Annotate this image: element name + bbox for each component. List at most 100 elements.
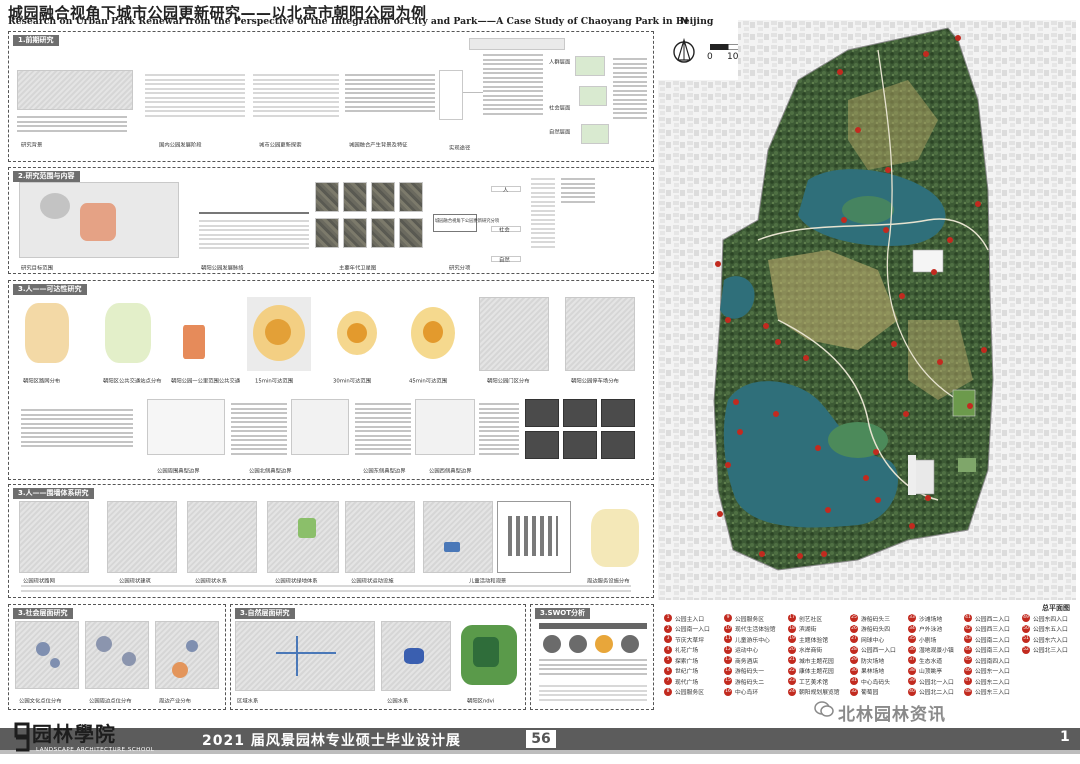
section-tag: 3.人——可达性研究 (13, 284, 87, 295)
legend-item: 20 水岸商街 (788, 645, 823, 655)
school-logo-cn: 园林學院 (32, 722, 116, 746)
legend-item: 8 公园服务区 (664, 687, 710, 698)
page-number: 1 (1060, 729, 1070, 745)
legend-title: 总平面图 (1042, 604, 1070, 612)
iso-diagram-1 (575, 56, 605, 76)
transit-stops-map (99, 297, 159, 367)
legend-item: 51 公园东六入口 (1022, 635, 1068, 644)
background-text (17, 116, 127, 134)
section-tag: 2.研究范围与内容 (13, 171, 80, 182)
legend-column: 49 公园东四入口 50 公园东五入口 51 公园东六入口 52 公园北三入口 (1022, 613, 1068, 655)
caption-ndvi: 朝阳区ndvi (467, 698, 495, 705)
legend-item: 27 网球中心 (850, 635, 885, 644)
tree-mid-people: 人 (503, 187, 509, 194)
one-km-transit-map (175, 319, 229, 367)
scope-map (19, 182, 179, 258)
legend-item: 49 公园东四入口 (1022, 614, 1068, 623)
caption-domestic-stages: 国内公园发展阶段 (159, 142, 202, 149)
section-tag: 3.SWOT分析 (535, 608, 591, 619)
legend-item: 25 游船码头三 (850, 614, 890, 623)
section-natural: 3.自然层面研究 区域水系 公园水系 朝阳区ndvi (230, 604, 526, 710)
legend-column: 41 公园西二入口 42 公园西三入口 43 公园南二入口 44 公园南三入口 45 公园… (964, 613, 1010, 697)
legend-item: 38 山顶眺亭 (908, 666, 943, 676)
legend-item: 18 滨湖街 (788, 624, 817, 634)
caption-integration-background: 城园融合产生背景及特征 (349, 142, 408, 149)
boundary-typical (147, 399, 225, 455)
legend-item: 43 公园南二入口 (964, 635, 1010, 644)
tree-root (439, 70, 463, 120)
caption-boundary-east: 公园东侧典型边界 (363, 468, 406, 475)
caption-park-water: 公园水系 (387, 698, 409, 705)
caption-45min: 45min可达范围 (409, 378, 448, 385)
legend-item: 46 公园东一入口 (964, 666, 1010, 676)
caption-development-history: 朝阳公园发展脉络 (201, 265, 244, 272)
legend-item: 21 城市主题花园 (788, 656, 834, 665)
legend-item: 11 儿童游乐中心 (724, 635, 770, 644)
section-swot: 3.SWOT分析 (530, 604, 654, 710)
legend-column: 1 公园主入口 2 公园南一入口 3 节庆大草坪 4 礼花广场 5 探索广场 6 世纪广场 … (664, 613, 710, 697)
legend-item: 2 公园南一入口 (664, 624, 710, 635)
caption-parking: 朝阳公园停车场分布 (571, 378, 619, 385)
legend-item: 52 公园北三入口 (1022, 645, 1068, 655)
legend-item: 3 节庆大草坪 (664, 634, 710, 645)
caption-regional-water: 区域水系 (237, 698, 259, 705)
legend-column: 9 公园服务区 10 现代生活体验馆 11 儿童游乐中心 12 运动中心 13 商务酒店 … (724, 613, 776, 697)
background-diagram (17, 70, 133, 110)
legend-item: 29 防灾场地 (850, 656, 885, 665)
tree-header (469, 38, 565, 50)
legend-item: 32 葡萄园 (850, 687, 879, 697)
tree-items (483, 54, 543, 117)
poster-title-en: Research on Urban Park Renewal from the … (8, 16, 714, 27)
caption-road-network: 朝阳区路网分布 (23, 378, 61, 385)
legend-item: 26 游船码头四 (850, 624, 890, 634)
legend-item: 30 果林场地 (850, 666, 885, 676)
legend-column: 33 沙滩场地 34 户外泳池 35 小剧场 36 湿地观景小镇 37 生态水道 38 山顶… (908, 613, 954, 697)
section-tag: 1.前期研究 (13, 35, 59, 46)
timeline-axis (199, 212, 309, 214)
section-accessibility: 3.人——可达性研究 朝阳区路网分布 朝阳区公共交通站点分布 朝阳公园一公里范围… (8, 280, 654, 480)
timeline-text (199, 220, 309, 252)
legend-item: 24 朝阳规划展览馆 (788, 687, 840, 697)
caption-current-roads: 公园现状路网 (23, 578, 55, 585)
caption-current-sports: 公园现状运动设施 (351, 578, 394, 585)
stages-diagram (145, 74, 245, 119)
tree-leaf-list (531, 178, 555, 250)
legend-item: 47 公园东二入口 (964, 677, 1010, 686)
legend-item: 40 公园北二入口 (908, 687, 954, 697)
legend-item: 34 户外泳池 (908, 624, 943, 634)
section-social: 3.社会层面研究 公园文化点位分布 公园周边点位分布 周边产业分布 (8, 604, 226, 710)
caption-one-km: 朝阳公园一公里范围公共交通 (171, 378, 241, 385)
legend-item: 7 现代广场 (664, 676, 710, 687)
caption-boundary-north: 公园北侧典型边界 (249, 468, 292, 475)
caption-gates: 朝阳公园门区分布 (487, 378, 530, 385)
legend-column: 17 创艺社区 18 滨湖街 19 主题体验馆 20 水岸商街 21 城市主题花园 22 康… (788, 613, 840, 697)
legend-item: 50 公园东五入口 (1022, 624, 1068, 634)
section-tag: 3.人——围墙体系研究 (13, 488, 94, 499)
iso-diagram-2 (579, 86, 607, 106)
section-scope-content: 2.研究范围与内容 研究目标范围 朝阳公园发展脉络 主要年代卫星图 城园融合视角… (8, 167, 654, 274)
legend-item: 41 公园西二入口 (964, 614, 1010, 623)
legend-item: 17 创艺社区 (788, 614, 823, 623)
tree-node-nature: 自然层面 (549, 129, 571, 136)
tree-node-people: 人群层面 (549, 59, 571, 66)
caption-scope-map: 研究目标范围 (21, 265, 53, 272)
legend-item: 4 礼花广场 (664, 645, 710, 656)
caption-15min: 15min可达范围 (255, 378, 294, 385)
accessibility-text (21, 409, 133, 450)
iso-diagram-3 (581, 124, 609, 144)
legend-item: 36 湿地观景小镇 (908, 645, 954, 655)
legend-item: 9 公园服务区 (724, 613, 776, 624)
legend-item: 22 康体主题花园 (788, 666, 834, 676)
tree-notes (561, 178, 595, 205)
renewal-diagram (253, 74, 339, 119)
legend-item: 10 现代生活体验馆 (724, 624, 776, 634)
tree-node-society: 社会层面 (549, 105, 571, 112)
legend-item: 31 中心岛码头 (850, 677, 890, 686)
iso-text (613, 58, 647, 121)
tree-mid-nature: 自然 (499, 257, 510, 264)
master-plan-map (658, 20, 1076, 600)
legend-item: 45 公园南四入口 (964, 656, 1010, 665)
footer: 园林學院 LANDSCAPE ARCHITECTURE SCHOOL 2021 … (0, 720, 1080, 764)
boundary-north (291, 399, 349, 455)
legend-item: 14 游船码头一 (724, 666, 764, 676)
